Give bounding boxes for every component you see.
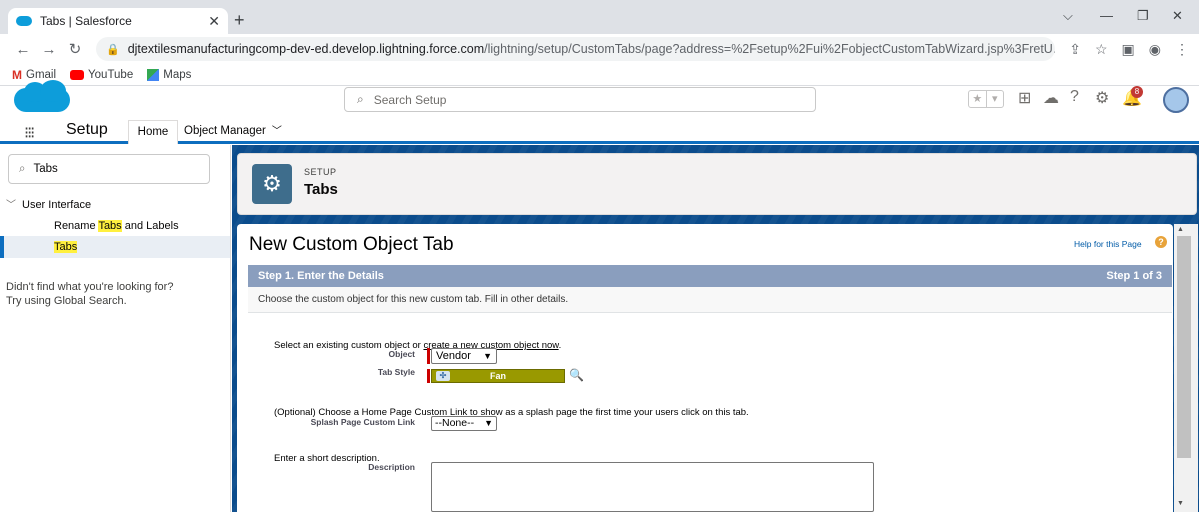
user-avatar[interactable]	[1163, 87, 1189, 113]
global-actions-plus-icon[interactable]: ⊞	[1018, 88, 1031, 108]
close-tab-icon[interactable]: ✕	[208, 13, 220, 30]
chevron-down-icon: ▼	[484, 418, 493, 428]
search-icon: ⌕	[19, 162, 26, 175]
wizard-title: New Custom Object Tab	[249, 234, 454, 255]
select-object-intro: Select an existing custom object or crea…	[274, 340, 562, 351]
nav-tab-home[interactable]: Home	[128, 120, 178, 144]
new-tab-button[interactable]: +	[234, 10, 245, 31]
help-question-icon[interactable]: ?	[1070, 88, 1079, 106]
splash-page-label: Splash Page Custom Link	[310, 417, 415, 427]
youtube-icon	[70, 69, 85, 80]
sidebar-item-rename-tabs[interactable]: Rename Tabs and Labels	[54, 220, 179, 232]
address-bar[interactable]: 🔒 djtextilesmanufacturingcomp-dev-ed.dev…	[96, 37, 1056, 61]
tab-style-field[interactable]: ✣ Fan	[431, 369, 565, 383]
browser-tab-title: Tabs | Salesforce	[40, 14, 132, 28]
splash-page-select[interactable]: --None-- ▼	[431, 416, 497, 431]
favorites-dropdown-icon[interactable]: ▾	[985, 91, 1004, 107]
page-header-card	[237, 153, 1197, 215]
step-title: Step 1. Enter the Details	[258, 270, 384, 282]
tab-style-label: Tab Style	[377, 367, 415, 377]
page-eyebrow: SETUP	[304, 167, 337, 177]
app-launcher-icon[interactable]: ⁝⁝⁝	[24, 123, 35, 143]
browser-tab[interactable]: Tabs | Salesforce ✕	[8, 8, 228, 34]
required-indicator	[427, 348, 430, 364]
nav-tab-object-manager[interactable]: Object Manager ﹀	[184, 120, 282, 143]
scroll-down-arrow-icon[interactable]: ▼	[1177, 500, 1184, 507]
favorites-control[interactable]: ★ ▾	[968, 90, 1004, 108]
tree-section-user-interface[interactable]: ﹀ User Interface	[6, 196, 91, 211]
setup-search-input[interactable]: ⌕ Search Setup	[344, 87, 816, 112]
scroll-up-arrow-icon[interactable]: ▲	[1177, 226, 1184, 233]
app-navigation-bar	[0, 118, 1199, 144]
url-host: djtextilesmanufacturingcomp-dev-ed.devel…	[127, 42, 485, 56]
not-found-hint: Didn't find what you're looking for? Try…	[6, 281, 174, 307]
bookmark-star-icon[interactable]: ☆	[1095, 41, 1108, 58]
help-for-this-page-link[interactable]: Help for this Page	[1074, 239, 1142, 249]
search-icon: ⌕	[357, 92, 364, 106]
back-arrow-icon[interactable]: ←	[10, 41, 36, 58]
description-label: Description	[368, 462, 415, 472]
chevron-down-icon[interactable]: ﹀	[272, 126, 282, 137]
side-panel-icon[interactable]: ▣	[1122, 41, 1135, 58]
step-header-bar: Step 1. Enter the Details Step 1 of 3	[248, 265, 1172, 287]
help-question-icon[interactable]: ?	[1155, 236, 1167, 248]
object-select[interactable]: Vendor ▼	[431, 348, 497, 364]
lock-icon: 🔒	[106, 43, 120, 56]
scrollbar-thumb[interactable]	[1177, 236, 1191, 458]
restore-button[interactable]: ❐	[1137, 8, 1149, 24]
required-indicator	[427, 369, 430, 383]
app-name: Setup	[66, 121, 108, 138]
tab-search-chevron-icon[interactable]: ⌵	[1063, 8, 1073, 24]
chevron-down-icon[interactable]: ﹀	[6, 200, 16, 211]
close-window-button[interactable]: ✕	[1172, 8, 1183, 24]
salesforce-logo-icon[interactable]	[14, 80, 70, 112]
trailhead-icon[interactable]: ☁	[1043, 88, 1059, 108]
step-count: Step 1 of 3	[1106, 270, 1162, 282]
extension-icon[interactable]: ◉	[1149, 41, 1161, 58]
quick-find-value: Tabs	[33, 163, 58, 175]
page-title: Tabs	[304, 181, 338, 198]
fan-icon: ✣	[436, 371, 450, 381]
bookmarks-bar: M Gmail YouTube Maps	[0, 64, 1199, 86]
setup-gear-icon[interactable]: ⚙	[1095, 88, 1109, 108]
minimize-button[interactable]: —	[1100, 8, 1113, 23]
description-textarea[interactable]	[431, 462, 874, 512]
chevron-down-icon: ▼	[483, 351, 492, 361]
url-path: /lightning/setup/CustomTabs/page?address…	[484, 42, 1056, 56]
maps-icon	[147, 68, 160, 81]
quick-find-input[interactable]: ⌕ Tabs	[8, 154, 210, 184]
browser-menu-icon[interactable]: ⋮	[1175, 41, 1189, 58]
bookmark-youtube[interactable]: YouTube	[70, 69, 133, 81]
sidebar-item-tabs[interactable]: Tabs	[0, 236, 230, 258]
notification-count-badge: 8	[1131, 86, 1143, 98]
forward-arrow-icon[interactable]: →	[36, 41, 62, 58]
setup-gear-icon: ⚙	[252, 164, 292, 204]
salesforce-favicon-icon	[16, 16, 32, 26]
setup-search-placeholder: Search Setup	[373, 92, 447, 107]
step-description: Choose the custom object for this new cu…	[248, 287, 1172, 313]
reload-icon[interactable]: ↻	[62, 40, 88, 58]
browser-toolbar: ← → ↻ 🔒 djtextilesmanufacturingcomp-dev-…	[0, 34, 1199, 64]
object-label: Object	[388, 349, 415, 359]
gmail-icon: M	[12, 67, 22, 82]
share-icon[interactable]: ⇪	[1069, 41, 1081, 58]
bookmark-maps[interactable]: Maps	[147, 68, 191, 81]
tab-style-lookup-icon[interactable]: 🔍	[569, 368, 584, 382]
favorite-star-icon[interactable]: ★	[969, 91, 986, 107]
